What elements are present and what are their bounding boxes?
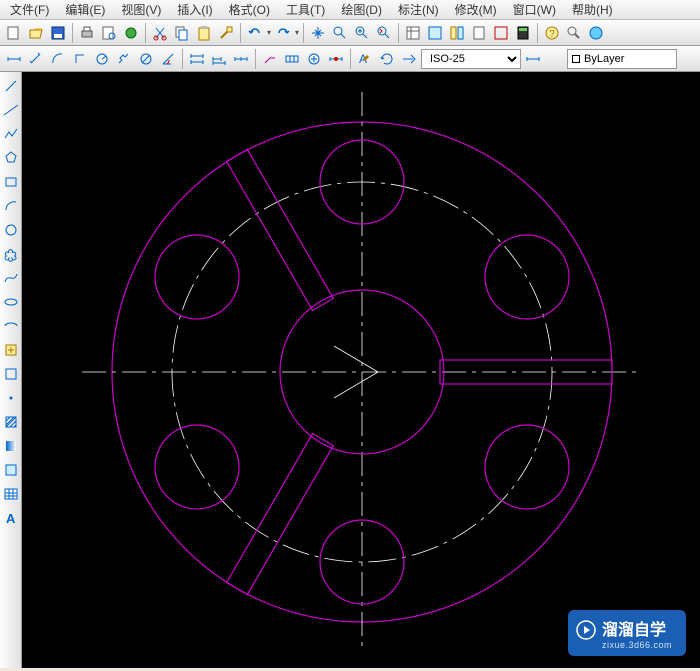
drawing-canvas[interactable]: [22, 72, 700, 668]
zoom-previous-icon[interactable]: [374, 23, 394, 43]
dim-text-edit-icon[interactable]: A: [355, 49, 375, 69]
menu-tools[interactable]: 工具(T): [280, 0, 331, 20]
help-icon[interactable]: ?: [542, 23, 562, 43]
point-icon[interactable]: [1, 388, 21, 408]
redo-dropdown-icon[interactable]: ▾: [295, 28, 299, 37]
make-block-icon[interactable]: [1, 364, 21, 384]
color-swatch-icon: [572, 55, 580, 63]
polygon-icon[interactable]: [1, 148, 21, 168]
properties-icon[interactable]: [403, 23, 423, 43]
menu-file[interactable]: 文件(F): [4, 0, 55, 20]
new-icon[interactable]: [4, 23, 24, 43]
menu-insert[interactable]: 插入(I): [171, 0, 218, 20]
svg-text:A: A: [6, 511, 16, 526]
draw-toolbar: A: [0, 72, 22, 668]
zoom-window-icon[interactable]: [352, 23, 372, 43]
ellipse-icon[interactable]: [1, 292, 21, 312]
undo-dropdown-icon[interactable]: ▾: [267, 28, 271, 37]
xline-icon[interactable]: [1, 100, 21, 120]
dim-style-icon[interactable]: [399, 49, 419, 69]
baseline-dim-icon[interactable]: [209, 49, 229, 69]
leader-icon[interactable]: [260, 49, 280, 69]
play-icon: [576, 620, 596, 640]
menu-view[interactable]: 视图(V): [115, 0, 167, 20]
region-icon[interactable]: [1, 460, 21, 480]
undo-icon[interactable]: [245, 23, 265, 43]
layer-label: ByLayer: [584, 53, 624, 65]
angular-dim-icon[interactable]: [158, 49, 178, 69]
design-center-icon[interactable]: [425, 23, 445, 43]
communication-icon[interactable]: [586, 23, 606, 43]
menu-bar: 文件(F) 编辑(E) 视图(V) 插入(I) 格式(O) 工具(T) 绘图(D…: [0, 0, 700, 20]
line-icon[interactable]: [1, 76, 21, 96]
markup-icon[interactable]: [491, 23, 511, 43]
dim-edit-icon[interactable]: [326, 49, 346, 69]
continue-dim-icon[interactable]: [231, 49, 251, 69]
center-mark-icon[interactable]: [304, 49, 324, 69]
menu-window[interactable]: 窗口(W): [507, 0, 562, 20]
zoom-realtime-icon[interactable]: [330, 23, 350, 43]
watermark-badge: 溜溜自学 zixue.3d66.com: [568, 610, 686, 656]
match-prop-icon[interactable]: [216, 23, 236, 43]
menu-help[interactable]: 帮助(H): [566, 0, 619, 20]
dim-update-icon[interactable]: [377, 49, 397, 69]
diameter-dim-icon[interactable]: [136, 49, 156, 69]
table-icon[interactable]: [1, 484, 21, 504]
pan-icon[interactable]: [308, 23, 328, 43]
svg-text:?: ?: [549, 29, 555, 40]
tool-palette-icon[interactable]: [447, 23, 467, 43]
standard-toolbar: ▾ ▾ ?: [0, 20, 700, 46]
arc-icon[interactable]: [1, 196, 21, 216]
mtext-icon[interactable]: A: [1, 508, 21, 528]
publish-icon[interactable]: [121, 23, 141, 43]
ellipse-arc-icon[interactable]: [1, 316, 21, 336]
revcloud-icon[interactable]: [1, 244, 21, 264]
print-preview-icon[interactable]: [99, 23, 119, 43]
rectangle-icon[interactable]: [1, 172, 21, 192]
gradient-icon[interactable]: [1, 436, 21, 456]
search-icon[interactable]: [564, 23, 584, 43]
spline-icon[interactable]: [1, 268, 21, 288]
menu-modify[interactable]: 修改(M): [449, 0, 503, 20]
dim-style-update-icon[interactable]: [523, 49, 543, 69]
ordinate-dim-icon[interactable]: [70, 49, 90, 69]
copy-icon[interactable]: [172, 23, 192, 43]
cut-icon[interactable]: [150, 23, 170, 43]
menu-format[interactable]: 格式(O): [223, 0, 276, 20]
watermark-title: 溜溜自学: [602, 622, 666, 639]
aligned-dim-icon[interactable]: [26, 49, 46, 69]
dimstyle-combo[interactable]: ISO-25: [421, 49, 521, 69]
tolerance-icon[interactable]: [282, 49, 302, 69]
redo-icon[interactable]: [273, 23, 293, 43]
watermark-url: zixue.3d66.com: [602, 640, 672, 650]
paste-icon[interactable]: [194, 23, 214, 43]
menu-edit[interactable]: 编辑(E): [59, 0, 111, 20]
layer-color-combo[interactable]: ByLayer: [567, 49, 677, 69]
insert-block-icon[interactable]: [1, 340, 21, 360]
open-icon[interactable]: [26, 23, 46, 43]
calc-icon[interactable]: [513, 23, 533, 43]
menu-annotate[interactable]: 标注(N): [392, 0, 445, 20]
radius-dim-icon[interactable]: [92, 49, 112, 69]
polyline-icon[interactable]: [1, 124, 21, 144]
dimension-toolbar: A ISO-25 ByLayer: [0, 46, 700, 72]
sheet-set-icon[interactable]: [469, 23, 489, 43]
hatch-icon[interactable]: [1, 412, 21, 432]
arc-dim-icon[interactable]: [48, 49, 68, 69]
save-icon[interactable]: [48, 23, 68, 43]
circle-icon[interactable]: [1, 220, 21, 240]
menu-draw[interactable]: 绘图(D): [335, 0, 388, 20]
quick-dim-icon[interactable]: [187, 49, 207, 69]
jog-dim-icon[interactable]: [114, 49, 134, 69]
print-icon[interactable]: [77, 23, 97, 43]
linear-dim-icon[interactable]: [4, 49, 24, 69]
